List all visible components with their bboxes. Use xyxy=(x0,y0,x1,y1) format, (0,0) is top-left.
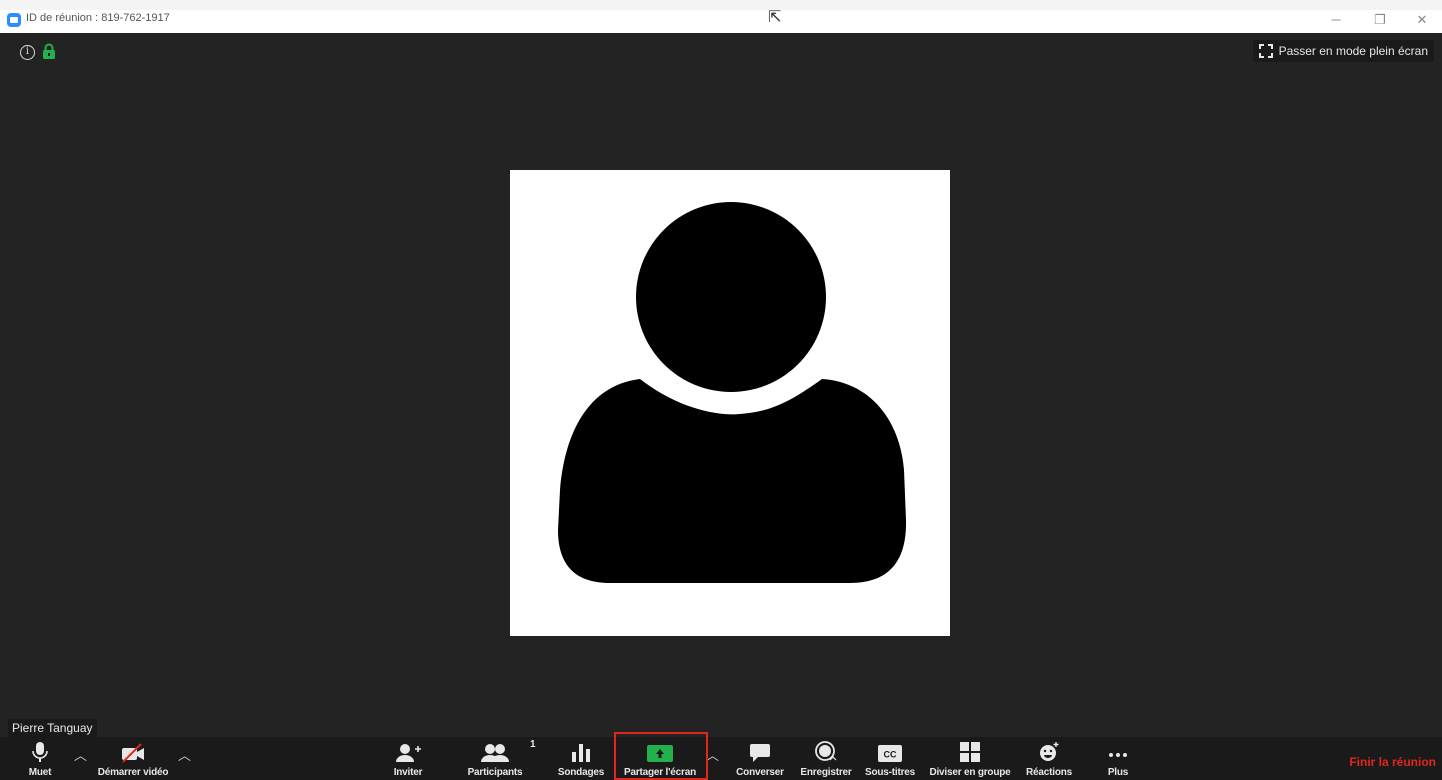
zoom-app-icon xyxy=(7,13,21,27)
svg-text:CC: CC xyxy=(884,750,897,760)
polls-icon xyxy=(572,744,590,762)
captions-button[interactable]: CC Sous-titres xyxy=(861,737,919,780)
start-video-label: Démarrer vidéo xyxy=(97,767,169,778)
minimize-button[interactable]: ─ xyxy=(1316,10,1356,32)
closed-captions-icon: CC xyxy=(878,745,902,762)
reactions-emoji-icon xyxy=(1040,742,1059,761)
user-avatar-icon xyxy=(558,202,907,583)
start-video-button[interactable]: Démarrer vidéo xyxy=(88,737,178,780)
participant-video-tile xyxy=(510,170,950,636)
more-button[interactable]: Plus xyxy=(1100,737,1136,780)
breakout-rooms-icon xyxy=(960,742,980,762)
mute-label: Muet xyxy=(28,767,52,778)
fullscreen-label: Passer en mode plein écran xyxy=(1278,44,1428,58)
video-off-icon xyxy=(122,743,144,763)
fullscreen-button[interactable]: Passer en mode plein écran xyxy=(1252,40,1434,62)
reactions-label: Réactions xyxy=(1026,767,1072,778)
participants-icon xyxy=(481,744,509,762)
participants-count: 1 xyxy=(530,739,536,750)
participants-button[interactable]: 1 Participants xyxy=(462,737,536,780)
mute-button[interactable]: Muet xyxy=(22,737,58,780)
captions-label: Sous-titres xyxy=(864,767,916,778)
meeting-info-icon[interactable]: i xyxy=(20,45,35,60)
close-button[interactable]: ✕ xyxy=(1402,10,1442,32)
more-label: Plus xyxy=(1107,767,1129,778)
fullscreen-icon xyxy=(1258,44,1273,58)
record-button[interactable]: Enregistrer xyxy=(796,737,856,780)
record-label: Enregistrer xyxy=(800,767,852,778)
breakout-rooms-button[interactable]: Diviser en groupe xyxy=(924,737,1016,780)
record-icon xyxy=(815,741,837,761)
window-title: ID de réunion : 819-762-1917 xyxy=(26,12,170,24)
chat-bubble-icon xyxy=(750,744,770,762)
video-options-caret-icon[interactable]: ︿ xyxy=(178,745,191,764)
invite-button[interactable]: Inviter xyxy=(386,737,430,780)
meeting-toolbar: Muet ︿ Démarrer vidéo ︿ Inviter 1 Partic… xyxy=(0,737,1442,780)
more-dots-icon xyxy=(1109,753,1127,757)
polls-button[interactable]: Sondages xyxy=(555,737,607,780)
breakout-rooms-label: Diviser en groupe xyxy=(929,767,1011,778)
chat-label: Converser xyxy=(736,767,784,778)
restore-button[interactable]: ❐ xyxy=(1360,10,1400,32)
audio-options-caret-icon[interactable]: ︿ xyxy=(74,745,87,764)
end-meeting-button[interactable]: Finir la réunion xyxy=(1349,755,1436,769)
participants-label: Participants xyxy=(467,767,523,778)
window-titlebar: ID de réunion : 819-762-1917 ⇱ ─ ❐ ✕ xyxy=(0,0,1442,33)
polls-label: Sondages xyxy=(557,767,605,778)
add-user-icon xyxy=(396,744,421,762)
mouse-cursor-icon: ⇱ xyxy=(768,9,782,26)
participant-name-label: Pierre Tanguay xyxy=(8,719,97,737)
microphone-icon xyxy=(32,742,48,762)
share-screen-highlight xyxy=(614,732,708,780)
chat-button[interactable]: Converser xyxy=(730,737,790,780)
reactions-button[interactable]: Réactions xyxy=(1021,737,1077,780)
lock-icon[interactable] xyxy=(42,43,56,60)
invite-label: Inviter xyxy=(393,767,423,778)
